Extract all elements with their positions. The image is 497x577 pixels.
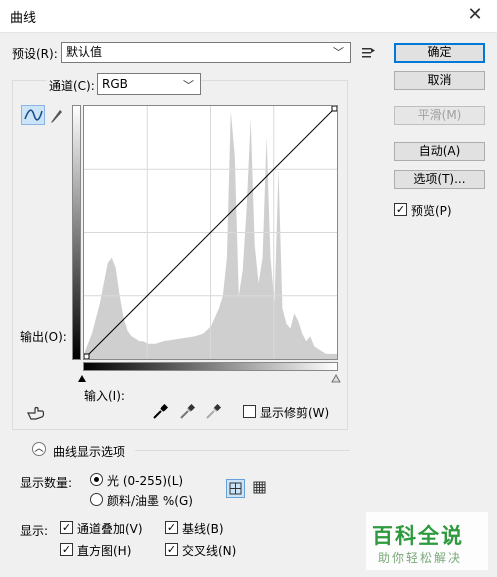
close-icon[interactable]: ✕ [465, 5, 485, 25]
preset-menu-icon[interactable] [360, 44, 376, 60]
intersection-checkbox[interactable]: ✓ [165, 543, 178, 556]
white-eyedropper[interactable] [205, 403, 222, 420]
pigment-radio[interactable] [90, 493, 103, 506]
title-bar [0, 0, 497, 33]
smooth-button[interactable]: 平滑(M) [394, 106, 485, 125]
preset-label: 预设(R): [12, 47, 58, 61]
output-label: 输出(O): [20, 330, 67, 344]
channel-label: 通道(C): [47, 77, 97, 94]
show-clipping-checkbox[interactable] [243, 405, 256, 418]
channel-overlays-label: 通道叠加(V) [77, 522, 143, 536]
show-clipping-label: 显示修剪(W) [260, 406, 330, 420]
output-gradient-bar [72, 105, 81, 360]
eyedropper-white-icon [206, 403, 222, 419]
window-title: 曲线 [10, 11, 37, 26]
channel-select[interactable]: RGB ﹀ [97, 73, 201, 95]
curve-graph[interactable] [83, 105, 338, 360]
pigment-radio-label: 颜料/油墨 %(G) [107, 494, 193, 508]
channel-overlays-checkbox[interactable]: ✓ [60, 521, 73, 534]
options-button[interactable]: 选项(T)... [394, 170, 485, 189]
auto-button[interactable]: 自动(A) [394, 142, 485, 161]
preview-label: 预览(P) [411, 204, 452, 218]
histogram-checkbox[interactable]: ✓ [60, 543, 73, 556]
divider [135, 450, 350, 451]
grid-4-icon [229, 482, 242, 495]
histogram-label: 直方图(H) [77, 544, 132, 558]
eyedropper-gray-icon [180, 403, 196, 419]
curve-endpoint-white[interactable] [331, 106, 337, 112]
input-label: 输入(I): [84, 389, 125, 403]
light-radio-label: 光 (0-255)(L) [107, 474, 184, 488]
input-gradient-bar [83, 362, 338, 371]
eyedropper-black-icon [153, 403, 169, 419]
channel-value: RGB [102, 77, 128, 91]
preset-select[interactable]: 默认值 ﹀ [61, 42, 351, 63]
ok-button[interactable]: 确定 [394, 43, 485, 63]
chevron-down-icon: ﹀ [183, 79, 194, 92]
cancel-button[interactable]: 取消 [394, 71, 485, 90]
baseline-label: 基线(B) [182, 522, 224, 536]
gray-eyedropper[interactable] [179, 403, 196, 420]
show-amount-label: 显示数量: [20, 476, 73, 490]
chevron-down-icon: ﹀ [333, 46, 344, 59]
pencil-icon [51, 110, 62, 123]
pencil-tool[interactable] [47, 105, 65, 125]
on-image-adjust-tool[interactable] [26, 404, 46, 422]
baseline-checkbox[interactable]: ✓ [165, 521, 178, 534]
simple-grid-button[interactable] [226, 479, 245, 498]
watermark-title: 百科全说 [372, 524, 464, 548]
white-point-slider[interactable] [331, 373, 341, 383]
intersection-label: 交叉线(N) [182, 544, 237, 558]
show-label: 显示: [20, 524, 49, 538]
preview-checkbox[interactable]: ✓ [394, 203, 407, 216]
curve-svg [84, 106, 337, 359]
detailed-grid-button[interactable] [251, 479, 270, 498]
collapse-chevron-icon[interactable]: ︿ [32, 442, 46, 456]
watermark-subtitle: 助你轻松解决 [378, 551, 463, 565]
light-radio[interactable] [90, 473, 103, 486]
grid-10-icon [253, 481, 266, 494]
preset-value: 默认值 [66, 45, 103, 59]
hand-adjust-icon [27, 406, 45, 420]
curve-icon [24, 109, 43, 121]
curve-display-options-label: 曲线显示选项 [53, 445, 126, 459]
curve-point-tool[interactable] [21, 105, 45, 125]
black-point-slider[interactable] [77, 373, 87, 383]
curve-endpoint-black[interactable] [84, 353, 90, 359]
black-eyedropper[interactable] [152, 403, 169, 420]
